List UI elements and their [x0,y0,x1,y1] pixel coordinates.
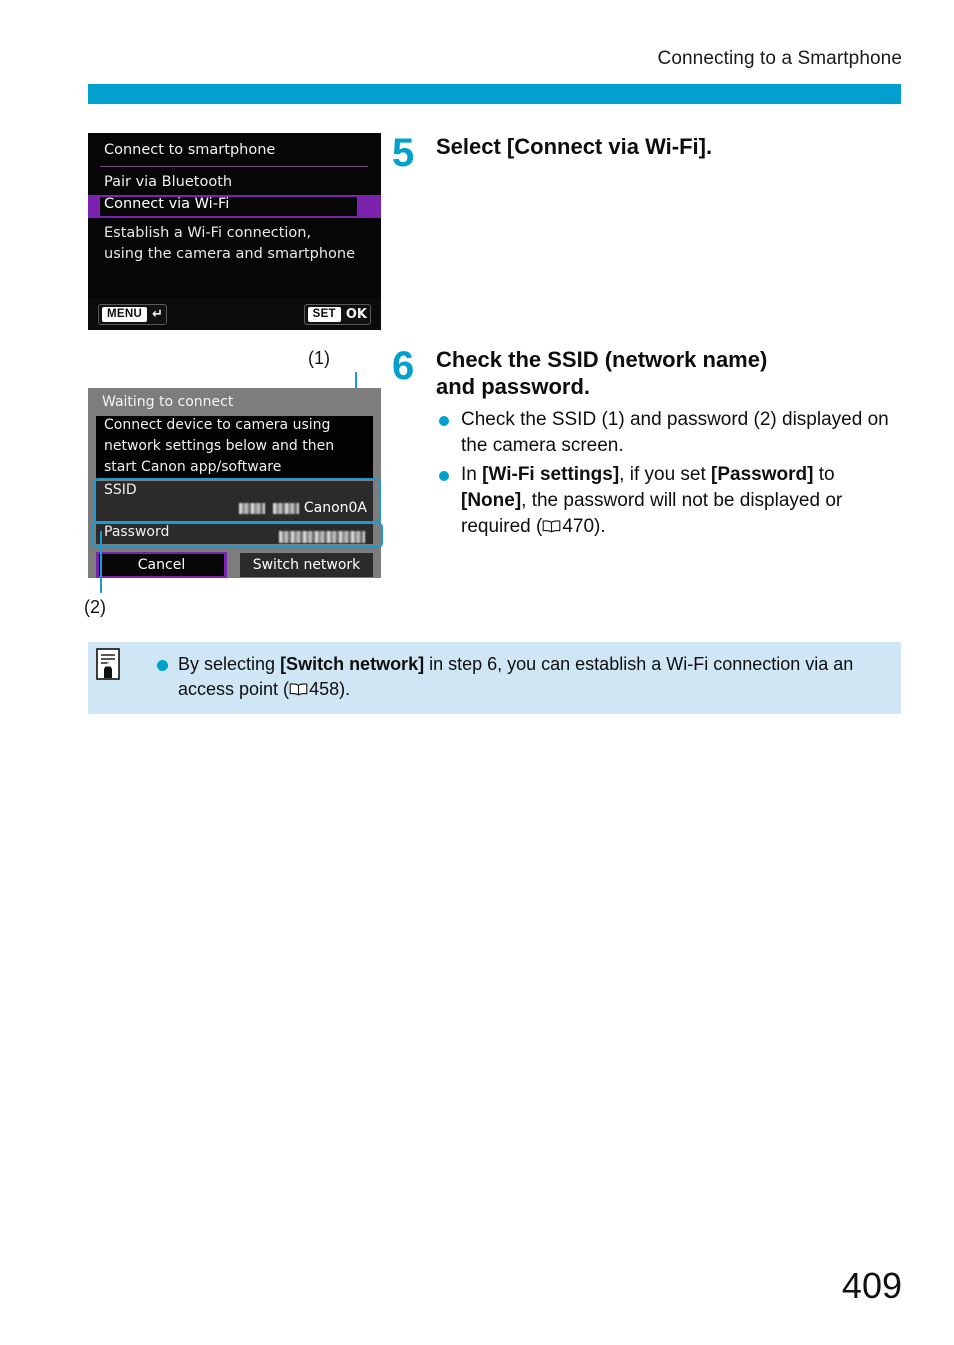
screen1-title-divider [100,166,368,167]
body-text: 458). [309,679,351,699]
step-6-heading-line1: Check the SSID (network name) [436,347,768,372]
menu-item-pair-via-bluetooth[interactable]: Pair via Bluetooth [104,174,232,190]
screen2-message-line2: network settings below and then [104,438,335,454]
step-6-number: 6 [392,344,415,388]
menu-item-connect-via-wifi[interactable]: Connect via Wi-Fi [104,196,229,212]
menu-chip-outline: MENU ↵ [98,304,167,325]
body-text: to [813,464,835,485]
body-text: By selecting [178,654,281,674]
set-ok-label: OK [345,307,367,322]
password-highlight-outline [91,522,383,548]
step-6-heading: Check the SSID (network name) and passwo… [436,346,904,400]
bullet-item: By selecting [Switch network] in step 6,… [154,652,884,702]
callout-label-2: (2) [84,597,106,617]
screen1-title: Connect to smartphone [104,142,276,158]
set-chip-outline: SET OK [303,304,371,325]
running-head: Connecting to a Smartphone [657,48,902,69]
emphasis-text: [Switch network] [280,654,425,674]
step-5-number: 5 [392,131,415,175]
screen2-message-box: Connect device to camera using network s… [96,416,373,479]
body-text: , if you set [619,464,712,485]
screen2-title: Waiting to connect [102,394,234,410]
note-body: By selecting [Switch network] in step 6,… [154,652,884,705]
switch-network-button[interactable]: Switch network [240,553,373,577]
bullet-item: Check the SSID (1) and password (2) disp… [436,407,904,459]
step-5-heading: Select [Connect via Wi-Fi]. [436,134,713,159]
note-callout-box: By selecting [Switch network] in step 6,… [88,642,901,714]
bullet-dot-icon [439,471,449,481]
bullet-item: In [Wi-Fi settings], if you set [Passwor… [436,462,904,540]
emphasis-text: [None] [461,490,522,511]
header-accent-bar [88,84,901,104]
screen1-footer-bar: MENU ↵ SET OK [88,298,381,330]
book-reference-icon [542,520,561,533]
ssid-highlight-outline [93,478,381,524]
note-pencil-icon [96,648,122,682]
set-ok-button[interactable]: SET OK [303,304,371,325]
screen2-message-line3: start Canon app/software [104,459,282,475]
bullet-dot-icon [439,416,449,426]
menu-button[interactable]: MENU ↵ [98,304,167,325]
step-6: 6 Check the SSID (network name) and pass… [392,346,904,543]
menu-chip-label: MENU [102,307,148,322]
book-reference-icon [289,683,308,696]
emphasis-text: [Password] [711,464,814,485]
callout-2-leader-line [100,531,102,593]
screen2-button-row: Cancel Switch network [88,552,381,578]
set-chip-label: SET [307,307,341,322]
screen1-description-line1: Establish a Wi-Fi connection, [104,225,312,241]
step-6-bullet-list: Check the SSID (1) and password (2) disp… [436,407,904,540]
bullet-dot-icon [157,660,168,671]
cancel-button[interactable]: Cancel [99,554,224,576]
emphasis-text: [Wi-Fi settings] [482,464,620,485]
return-arrow-icon: ↵ [152,307,163,322]
callout-label-1: (1) [308,348,330,368]
camera-screen-connect-to-smartphone: Connect to smartphone Pair via Bluetooth… [88,133,381,330]
step-5: 5 Select [Connect via Wi-Fi]. [392,133,904,173]
step-6-heading-line2: and password. [436,374,591,399]
body-text: Check the SSID (1) and password (2) disp… [461,409,889,456]
screen1-description-line2: using the camera and smartphone [104,246,356,262]
body-text: 470). [562,516,606,537]
screen2-message-line1: Connect device to camera using [104,417,331,433]
body-text: In [461,464,483,485]
page-number: 409 [841,1265,902,1306]
